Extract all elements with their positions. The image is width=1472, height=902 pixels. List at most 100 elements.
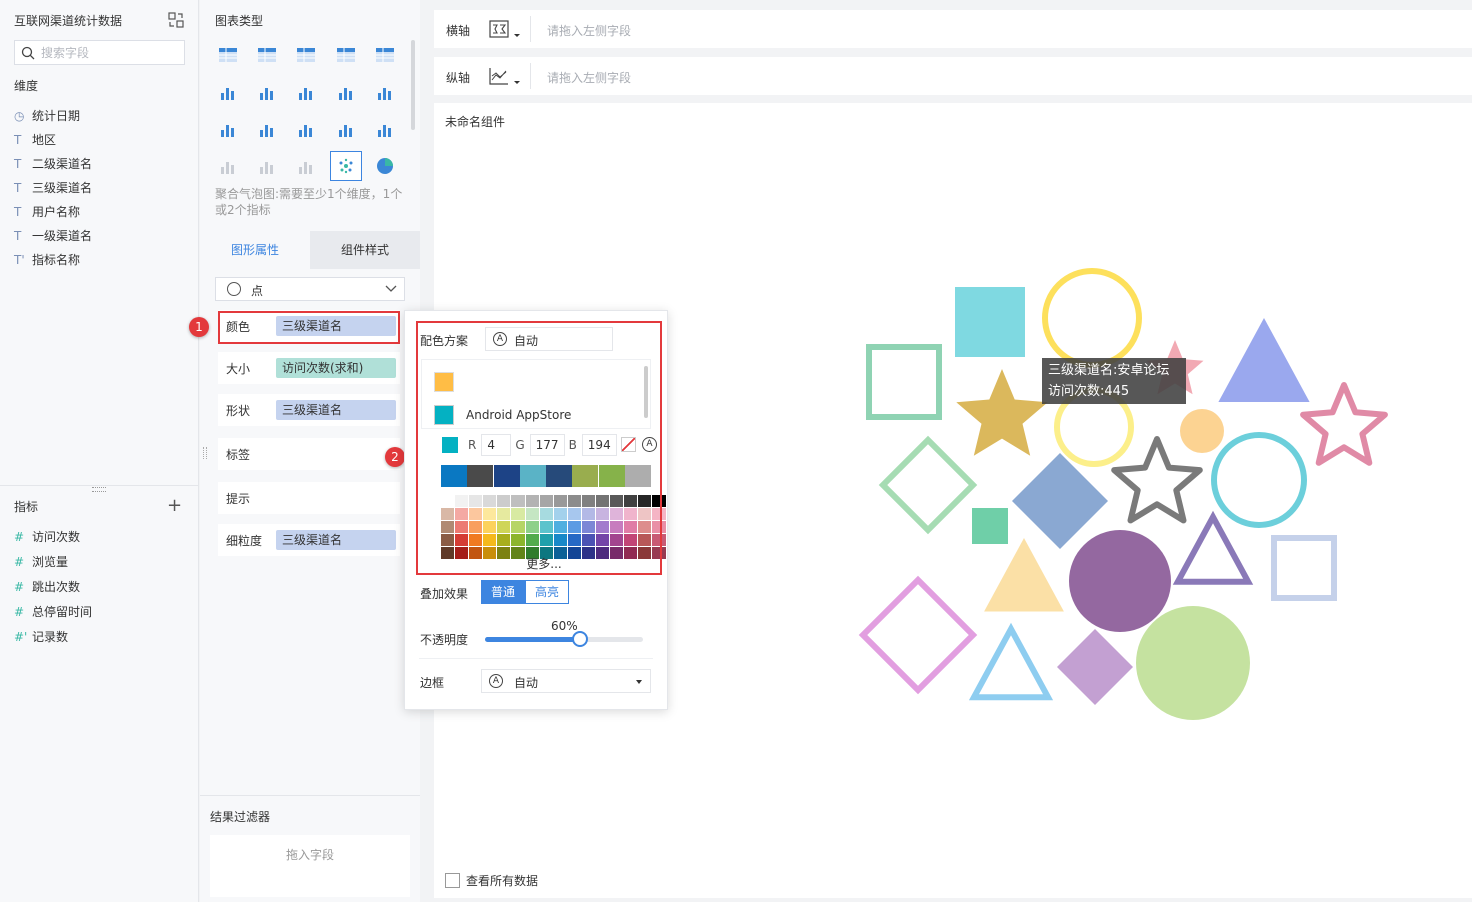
clock-icon: ◷	[14, 109, 25, 123]
granularity-property[interactable]: 细粒度 三级渠道名	[218, 524, 400, 556]
label-property[interactable]: 标签	[218, 438, 400, 470]
bubble-mark-star[interactable]	[956, 369, 1048, 456]
border-select[interactable]: A 自动	[481, 669, 651, 693]
dimension-field[interactable]: T' 指标名称	[14, 249, 80, 271]
switch-dataset-icon[interactable]	[168, 12, 184, 28]
granularity-field-chip[interactable]: 三级渠道名	[276, 530, 396, 550]
y-axis-bar[interactable]: 纵轴 请拖入左侧字段	[434, 57, 1472, 95]
table-icon-glyph	[219, 48, 237, 62]
shape-property[interactable]: 形状 三级渠道名	[218, 394, 400, 426]
bubble-mark-square[interactable]	[972, 508, 1008, 544]
column-icon[interactable]	[330, 77, 362, 107]
point-icon[interactable]	[290, 151, 322, 181]
bubble-icon-glyph	[339, 158, 353, 174]
blend-highlight-button[interactable]: 高亮	[525, 580, 569, 604]
bubble-mark-circle[interactable]	[1042, 268, 1142, 368]
stacked-bar-icon-glyph	[221, 125, 234, 137]
dimension-field[interactable]: T 三级渠道名	[14, 177, 92, 199]
bubble-mark-square[interactable]	[866, 344, 942, 420]
stacked-bar-icon[interactable]	[212, 114, 244, 144]
chart-type-title: 图表类型	[215, 14, 264, 28]
text-field-icon: T	[14, 133, 22, 147]
bubble-mark-triangle[interactable]	[984, 538, 1064, 612]
dimension-field[interactable]: T 地区	[14, 129, 56, 151]
opacity-value: 60%	[551, 619, 578, 633]
tab-component-style[interactable]: 组件样式	[310, 231, 420, 269]
opacity-label: 不透明度	[420, 633, 469, 647]
drag-handle[interactable]	[92, 487, 106, 492]
panel-splitter[interactable]	[0, 485, 199, 486]
resize-handle[interactable]	[203, 447, 207, 459]
bar-chart-icon[interactable]	[369, 77, 401, 107]
tooltip-property[interactable]: 提示	[218, 482, 400, 514]
size-field-chip[interactable]: 访问次数(求和)	[276, 358, 396, 378]
x-axis-type-icon[interactable]	[488, 19, 524, 41]
bubble-mark-diamond[interactable]	[1057, 629, 1133, 705]
bubble-mark-circle[interactable]	[1180, 409, 1224, 453]
number-field-icon: #	[14, 605, 25, 619]
bubble-mark-circle[interactable]	[1211, 432, 1307, 528]
bubble-mark-triangle[interactable]	[968, 622, 1054, 701]
bubble-mark-square[interactable]	[1271, 535, 1337, 601]
multi-column-icon[interactable]	[251, 151, 283, 181]
y-axis-type-icon[interactable]	[488, 66, 524, 88]
dimension-field[interactable]: ◷ 统计日期	[14, 105, 80, 127]
line-icon[interactable]	[290, 114, 322, 144]
bubble-mark-diamond[interactable]	[878, 435, 978, 535]
kpi-icon[interactable]	[212, 77, 244, 107]
text-field-icon: T	[14, 229, 22, 243]
grouped-bar-icon[interactable]	[290, 77, 322, 107]
opacity-slider[interactable]	[485, 631, 643, 647]
highlight-color-panel	[416, 321, 662, 575]
shape-field-chip[interactable]: 三级渠道名	[276, 400, 396, 420]
number-card-icon[interactable]	[330, 40, 362, 70]
x-axis-bar[interactable]: 横轴 请拖入左侧字段	[434, 10, 1472, 48]
pie-icon[interactable]	[369, 151, 401, 181]
component-title[interactable]: 未命名组件	[445, 113, 505, 130]
mark-type-select[interactable]: 点	[215, 277, 405, 301]
view-all-data-toggle[interactable]: 查看所有数据	[445, 872, 538, 889]
dimension-field[interactable]: T 用户名称	[14, 201, 80, 223]
bubble-mark-diamond[interactable]	[1012, 453, 1108, 549]
add-metric-icon[interactable]: +	[167, 497, 182, 515]
bubble-mark-diamond[interactable]	[858, 575, 978, 695]
search-input[interactable]	[41, 44, 181, 62]
opacity-handle[interactable]	[571, 631, 588, 647]
size-property[interactable]: 大小 访问次数(求和)	[218, 352, 400, 384]
metric-field[interactable]: # 访问次数	[14, 526, 80, 548]
bubble-mark-square[interactable]	[955, 287, 1025, 357]
auto-icon: A	[489, 674, 503, 688]
detail-table-icon[interactable]	[290, 40, 322, 70]
bubble-mark-circle[interactable]	[1069, 530, 1171, 632]
metric-field[interactable]: # 浏览量	[14, 551, 68, 573]
tab-graph-attributes[interactable]: 图形属性	[200, 231, 310, 269]
dimension-field[interactable]: T 二级渠道名	[14, 153, 92, 175]
metric-field[interactable]: # 跳出次数	[14, 576, 80, 598]
bubble-mark-star[interactable]	[1111, 436, 1203, 524]
crosstab-icon[interactable]	[251, 40, 283, 70]
grouped-bar-icon-glyph	[299, 88, 312, 100]
colored-table-icon[interactable]	[369, 40, 401, 70]
bubble-mark-circle[interactable]	[1136, 606, 1250, 720]
bubble-icon[interactable]	[330, 151, 362, 181]
chart-type-scrollbar[interactable]	[411, 40, 415, 130]
metric-field[interactable]: # 总停留时间	[14, 601, 92, 623]
gauge-icon[interactable]	[369, 114, 401, 144]
metric-field[interactable]: #' 记录数	[14, 626, 68, 648]
crosstab-icon-glyph	[258, 48, 276, 62]
field-search[interactable]	[14, 40, 185, 65]
filter-drop-zone[interactable]: 拖入字段	[210, 835, 410, 897]
filter-divider	[200, 795, 420, 796]
area-icon[interactable]	[212, 151, 244, 181]
number-field-icon: #'	[14, 630, 28, 644]
view-all-checkbox[interactable]	[445, 873, 460, 888]
radar-icon[interactable]	[330, 114, 362, 144]
bubble-mark-star[interactable]	[1300, 382, 1388, 466]
heatmap-icon[interactable]	[251, 77, 283, 107]
blend-normal-button[interactable]: 普通	[481, 580, 525, 604]
table-icon[interactable]	[212, 40, 244, 70]
dimension-field[interactable]: T 一级渠道名	[14, 225, 92, 247]
scatter-icon[interactable]	[251, 114, 283, 144]
bubble-mark-triangle[interactable]	[1172, 510, 1254, 585]
bubble-mark-triangle[interactable]	[1218, 318, 1310, 402]
